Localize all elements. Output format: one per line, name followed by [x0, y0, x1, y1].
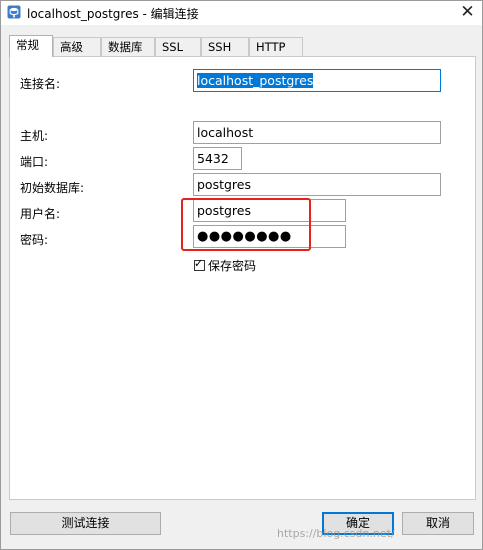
title-bar: localhost_postgres - 编辑连接 ✕	[1, 1, 482, 25]
tab-ssl[interactable]: SSL	[155, 37, 201, 56]
save-password-checkbox[interactable]: ✓	[194, 257, 205, 271]
initial-database-label: 初始数据库:	[20, 181, 85, 195]
port-field[interactable]: 5432	[193, 147, 242, 170]
tab-databases[interactable]: 数据库	[101, 37, 155, 56]
password-label: 密码:	[20, 233, 49, 247]
password-field[interactable]: ●●●●●●●●	[193, 225, 346, 248]
connection-name-value: localhost_postgres	[197, 73, 314, 88]
username-label: 用户名:	[20, 207, 61, 221]
ok-button[interactable]: 确定	[322, 512, 394, 535]
test-connection-button[interactable]: 测试连接	[10, 512, 161, 535]
tab-http[interactable]: HTTP	[249, 37, 303, 56]
connection-name-field[interactable]: localhost_postgres	[193, 69, 441, 92]
username-field[interactable]: postgres	[193, 199, 346, 222]
host-label: 主机:	[20, 129, 49, 143]
save-password-label: 保存密码	[208, 259, 257, 273]
edit-connection-dialog: localhost_postgres - 编辑连接 ✕ 常规 高级 数据库 SS…	[0, 0, 483, 550]
tab-advanced[interactable]: 高级	[53, 37, 101, 56]
save-password-row[interactable]: ✓ 保存密码	[194, 257, 257, 273]
close-icon[interactable]: ✕	[453, 1, 482, 25]
initial-database-field[interactable]: postgres	[193, 173, 441, 196]
host-field[interactable]: localhost	[193, 121, 441, 144]
database-plug-icon	[7, 5, 21, 19]
tab-general[interactable]: 常规	[9, 35, 53, 57]
cancel-button[interactable]: 取消	[402, 512, 474, 535]
check-icon: ✓	[194, 257, 204, 270]
tab-ssh[interactable]: SSH	[201, 37, 249, 56]
port-label: 端口:	[20, 155, 49, 169]
connection-name-label: 连接名:	[20, 77, 61, 91]
window-title: localhost_postgres - 编辑连接	[27, 7, 199, 21]
